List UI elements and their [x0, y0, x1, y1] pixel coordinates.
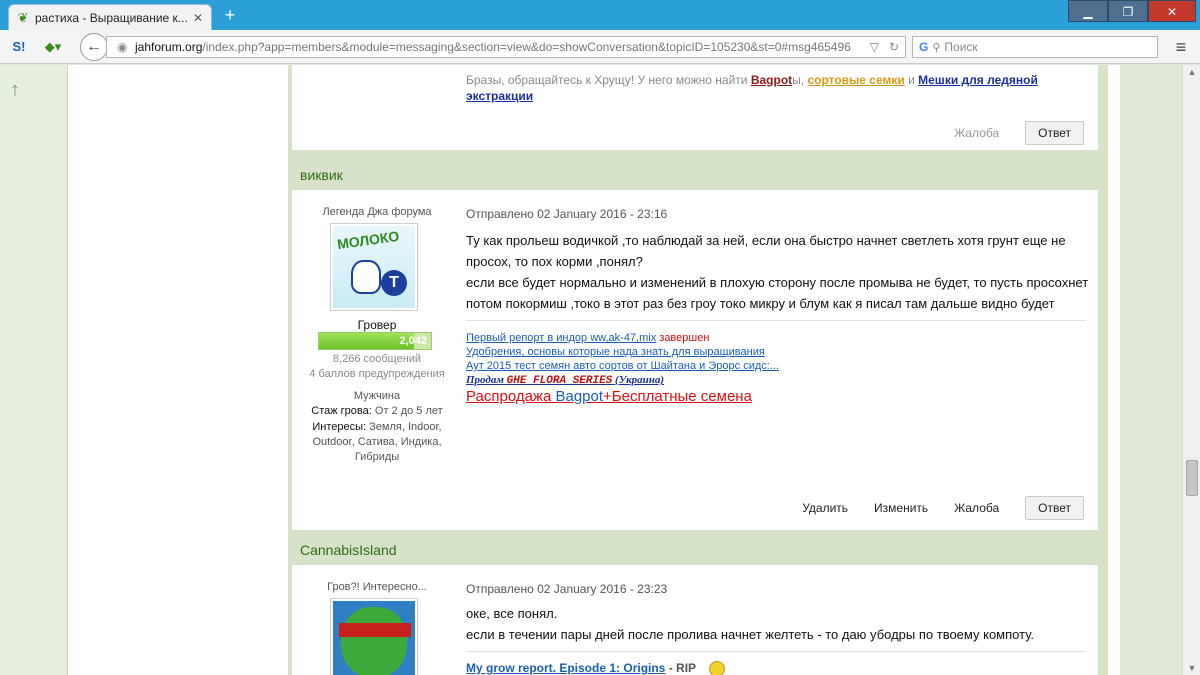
close-window-icon[interactable]: ✕	[1148, 0, 1196, 22]
sig-bagpot-link[interactable]: Bagpot	[751, 73, 792, 87]
conversation-area: Бразы, обращайтесь к Хрущу! У него можно…	[288, 65, 1108, 675]
page-scrollbar[interactable]: ▲ ▼	[1182, 65, 1200, 675]
maximize-icon[interactable]: ❐	[1108, 0, 1148, 22]
url-host: jahforum.org	[135, 40, 203, 54]
minimize-icon[interactable]: ▁	[1068, 0, 1108, 22]
google-icon: G	[919, 40, 929, 54]
signature-previous: Бразы, обращайтесь к Хрущу! У него можно…	[466, 73, 1038, 103]
reputation-points: 2,042	[399, 335, 427, 347]
post-author-header[interactable]: CannabisIsland	[292, 535, 1098, 565]
browser-navbar: S! ◆▾ ← ◉ jahforum.org /index.php?app=me…	[0, 30, 1200, 64]
turtle-icon	[341, 607, 407, 675]
back-button[interactable]: ←	[80, 33, 108, 61]
warning-points: 4 баллов предупреждения	[309, 368, 445, 380]
browser-tabbar: ❦ растиха - Выращивание к... ✕ + ▁ ❐ ✕	[0, 0, 1200, 30]
post-vikvik: Легенда Джа форума МОЛОКО T Гровер 2,042…	[292, 190, 1098, 530]
post-cannabisisland: Гров?! Интересно... Отправлено 02 Januar…	[292, 565, 1098, 675]
hamburger-menu-icon[interactable]: ≡	[1168, 36, 1194, 58]
user-rank: Легенда Джа форума	[322, 206, 432, 218]
leaf-icon: ❦	[17, 9, 29, 25]
page-content: Бразы, обращайтесь к Хрущу! У него можно…	[68, 65, 1120, 675]
left-panel: ↑	[0, 65, 68, 675]
bandana-icon	[339, 623, 411, 637]
scrollbar-thumb[interactable]	[1186, 460, 1198, 496]
scroll-down-icon[interactable]: ▼	[1183, 663, 1200, 673]
search-icon: ⚲	[932, 41, 941, 54]
post-date: Отправлено 02 January 2016 - 23:16	[466, 207, 668, 221]
new-tab-button[interactable]: +	[220, 5, 240, 25]
search-input[interactable]: G ⚲ Поиск	[912, 36, 1158, 58]
cow-icon	[351, 260, 381, 294]
signature: My grow report. Episode 1: Origins - RIP	[466, 661, 726, 675]
post-author-header[interactable]: виквик	[292, 160, 1098, 190]
arrow-left-icon: ←	[86, 38, 102, 55]
search-placeholder: Поиск	[944, 40, 978, 54]
avatar-label: МОЛОКО	[336, 227, 401, 253]
globe-icon: ◉	[117, 40, 128, 54]
user-rank: Гров?! Интересно...	[327, 581, 427, 593]
user-gender: Мужчина	[353, 390, 401, 402]
report-button[interactable]: Жалоба	[954, 501, 999, 515]
dropdown-icon[interactable]: ▽	[870, 40, 879, 54]
avatar[interactable]	[330, 598, 418, 675]
smiley-icon	[709, 661, 726, 675]
addon-plant-icon[interactable]: ◆▾	[42, 38, 64, 56]
messenger-sidebar	[68, 65, 288, 675]
sig-sale-line[interactable]: Продам GHE FLORA SERIES (Украина)	[466, 373, 779, 388]
sig-link-fertilizers[interactable]: Удобрения, основы которые нада знать для…	[466, 346, 765, 358]
sig-link-seed-test[interactable]: Аут 2015 тест семян авто сортов от Шайта…	[466, 360, 779, 372]
url-path: /index.php?app=members&module=messaging&…	[202, 40, 851, 54]
user-group: Гровер	[357, 318, 397, 332]
brand-t-icon: T	[381, 270, 407, 296]
message-count: 8,266 сообщений	[332, 353, 422, 365]
signature: Первый репорт в индор ww,ak-47,mix завер…	[466, 332, 779, 405]
browser-tab-active[interactable]: ❦ растиха - Выращивание к... ✕	[8, 4, 212, 30]
report-button[interactable]: Жалоба	[954, 126, 999, 140]
window-controls: ▁ ❐ ✕	[1068, 0, 1196, 22]
signature-divider	[466, 651, 1086, 652]
signature-divider	[466, 320, 1086, 321]
scroll-top-icon[interactable]: ↑	[10, 79, 20, 102]
tab-close-icon[interactable]: ✕	[191, 11, 205, 25]
reputation-bar: 2,042	[318, 332, 432, 350]
sig-seeds-link[interactable]: сортовые семки	[807, 73, 904, 87]
post-date: Отправлено 02 January 2016 - 23:23	[466, 582, 668, 596]
reply-button[interactable]: Ответ	[1025, 496, 1084, 520]
post-previous: Бразы, обращайтесь к Хрущу! У него можно…	[292, 65, 1098, 150]
user-interests: Интересы: Земля, Indoor, Outdoor, Сатива…	[312, 421, 442, 463]
reload-icon[interactable]: ↻	[889, 40, 899, 54]
post-body: Ту как прольеш водичкой ,то наблюдай за …	[466, 233, 1089, 311]
address-bar[interactable]: ◉ jahforum.org /index.php?app=members&mo…	[106, 36, 906, 58]
edit-button[interactable]: Изменить	[874, 501, 928, 515]
reply-button[interactable]: Ответ	[1025, 121, 1084, 145]
avatar[interactable]: МОЛОКО T	[330, 223, 418, 311]
page-viewport: ↑ Бразы, обращайтесь к Хрущу! У него мож…	[0, 65, 1182, 675]
scroll-up-icon[interactable]: ▲	[1183, 67, 1200, 77]
post-body: оке, все понял. если в течении пары дней…	[466, 606, 1035, 642]
addon-s-icon[interactable]: S!	[10, 38, 28, 56]
delete-button[interactable]: Удалить	[802, 501, 848, 515]
tab-title: растиха - Выращивание к...	[35, 10, 188, 25]
sig-link-report[interactable]: Первый репорт в индор ww,ak-47,mix	[466, 332, 656, 344]
sig-big-sale[interactable]: Распродажа Bagpot+Бесплатные семена	[466, 389, 779, 404]
grow-experience: Стаж грова: От 2 до 5 лет	[311, 405, 443, 417]
sig-grow-report-link[interactable]: My grow report. Episode 1: Origins	[466, 661, 665, 675]
